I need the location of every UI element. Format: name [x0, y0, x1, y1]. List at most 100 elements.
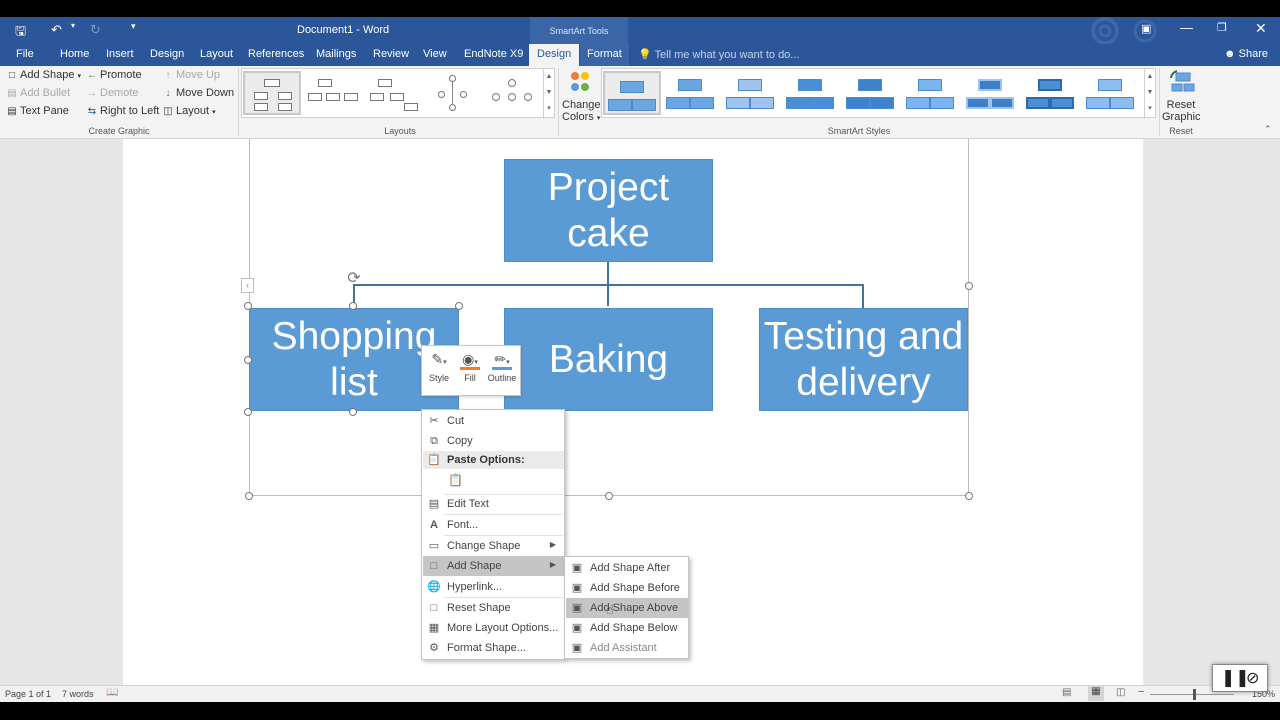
styles-scroll[interactable]: ▲ ▼ ▾	[1144, 69, 1155, 119]
menu-item-font[interactable]: A Font...	[423, 515, 564, 535]
tab-endnote[interactable]: EndNote X9	[464, 48, 523, 60]
scroll-down-icon[interactable]: ▼	[546, 89, 553, 96]
undo-dropdown-icon[interactable]: ▾	[71, 21, 75, 30]
menu-item-hyperlink[interactable]: 🌐 Hyperlink...	[423, 577, 564, 597]
layout-button[interactable]: ◫ Layout ▾	[162, 105, 215, 117]
tab-smartart-format[interactable]: Format	[580, 44, 629, 66]
scroll-up-icon[interactable]: ▲	[1147, 73, 1154, 80]
more-icon[interactable]: ▾	[1148, 105, 1152, 112]
text-pane-toggle[interactable]: ‹	[241, 278, 254, 293]
page-count[interactable]: Page 1 of 1	[5, 689, 51, 699]
reset-graphic-icon	[1170, 70, 1195, 92]
reset-graphic-button[interactable]: Reset Graphic	[1162, 68, 1201, 123]
menu-item-add-shape-after[interactable]: ▣ Add Shape After	[566, 558, 688, 578]
layout-thumb-hierarchy[interactable]	[243, 71, 301, 115]
tab-home[interactable]: Home	[60, 48, 89, 60]
demote-button[interactable]: → Demote	[86, 87, 139, 99]
frame-resize-handle[interactable]	[965, 282, 973, 290]
word-count[interactable]: 7 words	[62, 689, 94, 699]
menu-item-add-assistant[interactable]: ▣ Add Assistant	[566, 638, 688, 658]
more-icon[interactable]: ▾	[547, 105, 551, 112]
minimize-icon[interactable]: —	[1180, 20, 1193, 35]
menu-item-add-shape[interactable]: □ Add Shape ▶	[423, 556, 564, 576]
promote-button[interactable]: ← Promote	[86, 69, 142, 81]
frame-resize-handle[interactable]	[965, 492, 973, 500]
style-thumb-8[interactable]	[1023, 71, 1081, 115]
style-thumb-1[interactable]	[603, 71, 661, 115]
move-up-button[interactable]: ↑ Move Up	[162, 69, 221, 81]
tab-layout[interactable]: Layout	[200, 48, 233, 60]
ribbon-display-options-icon[interactable]: ▣	[1141, 22, 1151, 35]
change-colors-button[interactable]: Change Colors ▾	[562, 68, 601, 123]
tell-me-search[interactable]: 💡 Tell me what you want to do...	[638, 48, 799, 61]
hide-icon[interactable]: ⊘	[1246, 668, 1259, 688]
shape-resize-handle[interactable]	[349, 408, 357, 416]
layout-thumb-4[interactable]	[424, 71, 482, 115]
menu-item-format-shape[interactable]: ⚙ Format Shape...	[423, 638, 564, 658]
shape-resize-handle[interactable]	[244, 302, 252, 310]
print-layout-icon[interactable]: ▦	[1088, 686, 1104, 701]
node-project-cake[interactable]: Project cake	[504, 159, 713, 262]
layout-thumb-3[interactable]	[364, 71, 422, 115]
menu-item-cut[interactable]: ✂ Cut	[423, 411, 564, 431]
menu-item-reset-shape[interactable]: □ Reset Shape	[423, 598, 564, 618]
zoom-out-icon[interactable]: −	[1138, 686, 1144, 698]
right-to-left-button[interactable]: ⇆ Right to Left	[86, 105, 160, 117]
close-icon[interactable]: ✕	[1255, 20, 1267, 37]
tab-file[interactable]: File	[16, 48, 34, 60]
tab-references[interactable]: References	[248, 48, 304, 60]
rotate-handle-icon[interactable]: ⟳	[345, 270, 363, 288]
collapse-ribbon-icon[interactable]: ⌃	[1264, 124, 1272, 135]
node-testing-delivery[interactable]: Testing and delivery	[759, 308, 968, 411]
scroll-up-icon[interactable]: ▲	[546, 73, 553, 80]
save-icon[interactable]: 🖫	[15, 22, 26, 44]
node-baking[interactable]: Baking	[504, 308, 713, 411]
layout-thumb-5[interactable]	[484, 71, 542, 115]
tab-smartart-design[interactable]: Design	[529, 44, 580, 66]
layouts-scroll[interactable]: ▲ ▼ ▾	[543, 69, 554, 119]
frame-resize-handle[interactable]	[605, 492, 613, 500]
style-thumb-5[interactable]	[843, 71, 901, 115]
share-button[interactable]: ☻ Share	[1224, 48, 1268, 60]
shape-resize-handle[interactable]	[244, 356, 252, 364]
text-pane-button[interactable]: ▤ Text Pane	[6, 105, 69, 117]
menu-item-copy[interactable]: ⧉ Copy	[423, 431, 564, 451]
zoom-slider[interactable]	[1150, 694, 1234, 695]
tab-design[interactable]: Design	[150, 48, 184, 60]
tab-insert[interactable]: Insert	[106, 48, 134, 60]
menu-item-add-shape-below[interactable]: ▣ Add Shape Below	[566, 618, 688, 638]
proofing-icon[interactable]: 📖	[106, 687, 118, 698]
scroll-down-icon[interactable]: ▼	[1147, 89, 1154, 96]
shape-resize-handle[interactable]	[455, 302, 463, 310]
shape-resize-handle[interactable]	[244, 408, 252, 416]
menu-item-add-shape-above[interactable]: ▣ Add Shape Above	[566, 598, 688, 618]
style-thumb-7[interactable]	[963, 71, 1021, 115]
style-thumb-6[interactable]	[903, 71, 961, 115]
zoom-slider-thumb[interactable]	[1193, 689, 1196, 700]
menu-item-more-layout[interactable]: ▦ More Layout Options...	[423, 618, 564, 638]
move-down-button[interactable]: ↓ Move Down	[162, 87, 235, 99]
frame-resize-handle[interactable]	[245, 492, 253, 500]
add-bullet-button[interactable]: ▤ Add Bullet	[6, 87, 70, 99]
undo-icon[interactable]: ↶	[51, 22, 62, 38]
menu-item-edit-text[interactable]: ▤ Edit Text	[423, 494, 564, 514]
tab-view[interactable]: View	[423, 48, 447, 60]
tab-review[interactable]: Review	[373, 48, 409, 60]
customize-quick-access-icon[interactable]: ▾	[131, 21, 136, 32]
restore-icon[interactable]: ❐	[1217, 21, 1227, 34]
add-shape-button[interactable]: □ Add Shape ▾	[6, 69, 81, 81]
style-thumb-9[interactable]	[1083, 71, 1141, 115]
shape-resize-handle[interactable]	[349, 302, 357, 310]
style-thumb-4[interactable]	[783, 71, 841, 115]
add-assistant-icon: ▣	[571, 642, 583, 654]
read-mode-icon[interactable]: ▤	[1062, 687, 1071, 698]
style-thumb-2[interactable]	[663, 71, 721, 115]
tab-mailings[interactable]: Mailings	[316, 48, 356, 60]
menu-item-add-shape-before[interactable]: ▣ Add Shape Before	[566, 578, 688, 598]
menu-item-change-shape[interactable]: ▭ Change Shape ▶	[423, 536, 564, 556]
style-thumb-3[interactable]	[723, 71, 781, 115]
style-button[interactable]: ✎▾ Style	[424, 351, 454, 383]
paste-keep-formatting-icon[interactable]: 📋	[448, 473, 464, 489]
layout-thumb-2[interactable]	[304, 71, 362, 115]
web-layout-icon[interactable]: ◫	[1116, 687, 1125, 698]
